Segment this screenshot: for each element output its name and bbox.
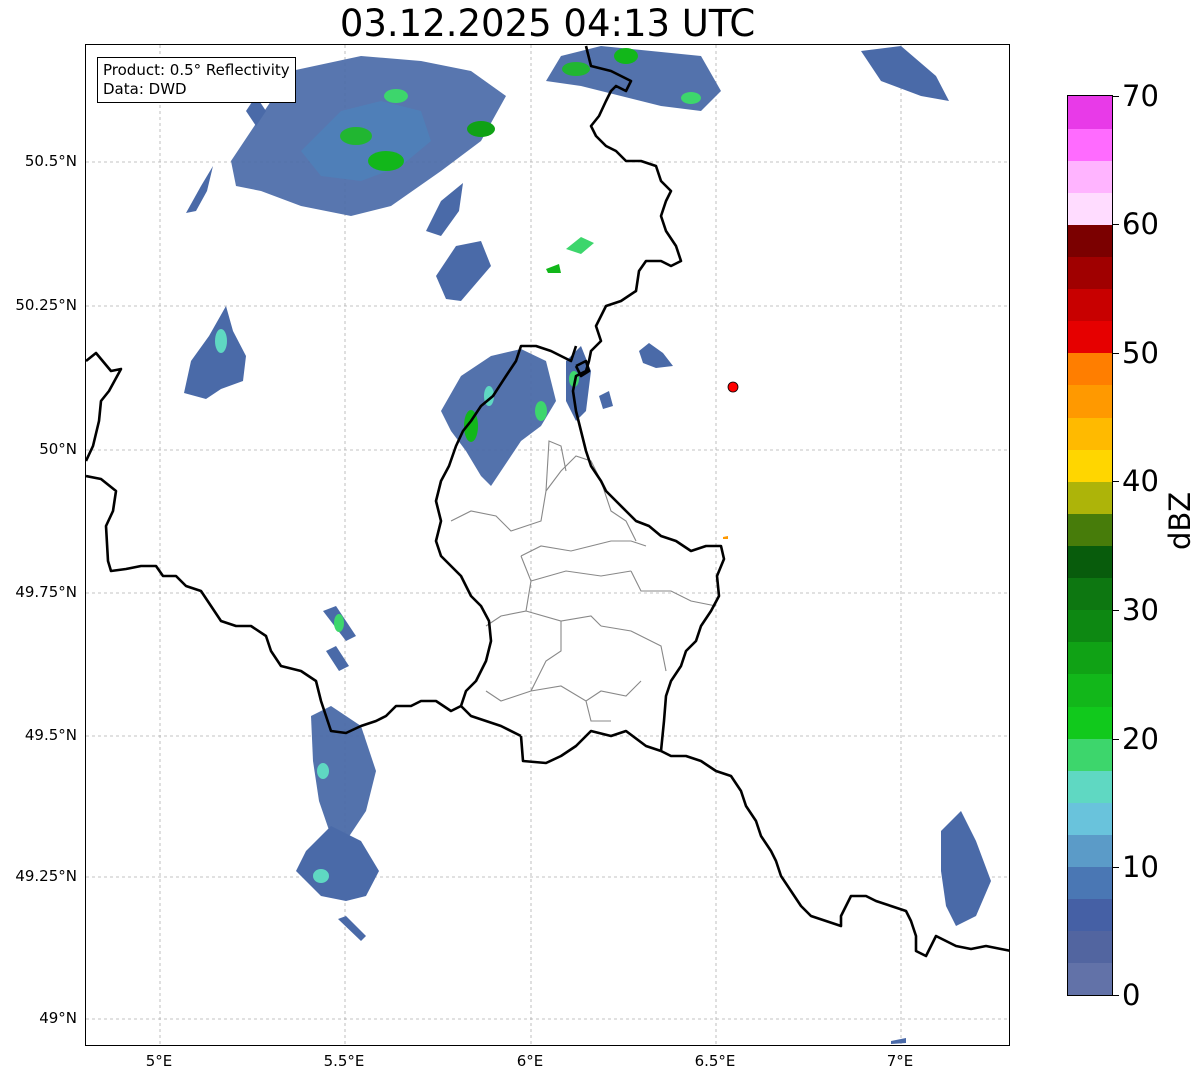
echo-region <box>338 916 366 941</box>
colorbar-segment <box>1068 641 1112 675</box>
colorbar-tick-label: 70 <box>1122 79 1159 113</box>
map-frame <box>85 44 1010 1046</box>
echo-region <box>296 826 379 901</box>
echo-region <box>566 346 591 421</box>
colorbar-segment <box>1068 160 1112 193</box>
echo-region <box>891 1038 906 1044</box>
echo-core <box>317 763 329 779</box>
echo-region <box>184 306 246 399</box>
radar-echoes <box>184 46 991 1044</box>
echo-region <box>941 811 991 926</box>
lat-tick-label: 49.25°N <box>15 867 77 885</box>
lat-tick-label: 50°N <box>39 440 77 458</box>
colorbar-tick-label: 60 <box>1122 207 1159 241</box>
colorbar-segment <box>1068 609 1112 643</box>
lon-tick-label: 5°E <box>145 1052 173 1070</box>
colorbar-tick-mark <box>1113 224 1119 225</box>
echo-core <box>215 329 227 353</box>
colorbar-segment <box>1068 352 1112 386</box>
colorbar-tick-mark <box>1113 96 1119 97</box>
echo-core <box>368 151 404 171</box>
echo-region <box>639 343 673 368</box>
lon-tick-label: 5.5°E <box>323 1052 365 1070</box>
colorbar-segment <box>1068 288 1112 322</box>
colorbar-segment <box>1068 256 1112 290</box>
echo-core <box>340 127 372 145</box>
echo-core <box>535 401 547 421</box>
echo-core <box>467 121 495 137</box>
echo-region <box>326 646 349 671</box>
map-title: 03.12.2025 04:13 UTC <box>339 2 756 45</box>
colorbar-tick-label: 10 <box>1122 850 1159 884</box>
echo-region <box>599 391 613 409</box>
colorbar-tick-label: 0 <box>1122 978 1141 1012</box>
lat-tick-label: 49°N <box>39 1009 77 1027</box>
radar-map <box>86 45 1009 1045</box>
colorbar-segment <box>1068 513 1112 546</box>
echo-core <box>313 869 329 883</box>
echo-region <box>723 536 728 539</box>
colorbar-segment <box>1068 384 1112 418</box>
colorbar-segment <box>1068 738 1112 771</box>
colorbar-tick-mark <box>1113 610 1119 611</box>
colorbar-segment <box>1068 770 1112 803</box>
colorbar-segment <box>1068 128 1112 161</box>
lat-tick-label: 50.25°N <box>15 296 77 314</box>
colorbar-segment <box>1068 802 1112 835</box>
colorbar-segment <box>1068 673 1112 707</box>
lon-tick-label: 6.5°E <box>694 1052 736 1070</box>
info-box: Product: 0.5° Reflectivity Data: DWD <box>97 57 296 103</box>
colorbar-tick-label: 20 <box>1122 722 1159 756</box>
lon-tick-label: 6°E <box>516 1052 544 1070</box>
colorbar-segment <box>1068 320 1112 354</box>
colorbar-tick-label: 30 <box>1122 593 1159 627</box>
colorbar-segment <box>1068 706 1112 739</box>
colorbar-segment <box>1068 962 1112 995</box>
colorbar-segment <box>1068 417 1112 450</box>
colorbar-label: dBZ <box>1163 491 1197 550</box>
echo-region <box>186 166 213 213</box>
colorbar-tick-label: 50 <box>1122 336 1159 370</box>
colorbar-tick-mark <box>1113 481 1119 482</box>
colorbar-tick-mark <box>1113 353 1119 354</box>
radar-site-marker <box>727 381 739 393</box>
colorbar-segment <box>1068 898 1112 932</box>
lat-tick-label: 49.75°N <box>15 583 77 601</box>
colorbar-segment <box>1068 481 1112 514</box>
echo-core <box>384 89 408 103</box>
echo-region <box>566 237 594 254</box>
colorbar-segment <box>1068 192 1112 225</box>
echo-region <box>861 46 949 101</box>
colorbar <box>1067 95 1113 996</box>
colorbar-segment <box>1068 545 1112 579</box>
colorbar-tick-mark <box>1113 739 1119 740</box>
echo-core <box>681 92 701 104</box>
data-source-label: Data: DWD <box>103 80 187 98</box>
colorbar-segment <box>1068 930 1112 964</box>
national-borders <box>86 45 1009 958</box>
colorbar-segment <box>1068 577 1112 611</box>
colorbar-segment <box>1068 224 1112 258</box>
lat-tick-label: 49.5°N <box>24 726 77 744</box>
lon-tick-label: 7°E <box>886 1052 914 1070</box>
colorbar-tick-label: 40 <box>1122 464 1159 498</box>
colorbar-tick-mark <box>1113 995 1119 996</box>
echo-core <box>334 614 344 632</box>
echo-core <box>562 62 590 76</box>
grid-lines <box>86 45 1009 1045</box>
echo-region <box>426 183 463 236</box>
colorbar-segment <box>1068 834 1112 868</box>
echo-region <box>436 241 491 301</box>
lat-tick-label: 50.5°N <box>24 152 77 170</box>
colorbar-segment <box>1068 866 1112 900</box>
colorbar-segment <box>1068 96 1112 129</box>
echo-region <box>546 264 561 273</box>
colorbar-segment <box>1068 449 1112 482</box>
product-label: Product: 0.5° Reflectivity <box>103 61 290 79</box>
echo-core <box>614 48 638 64</box>
colorbar-tick-mark <box>1113 867 1119 868</box>
